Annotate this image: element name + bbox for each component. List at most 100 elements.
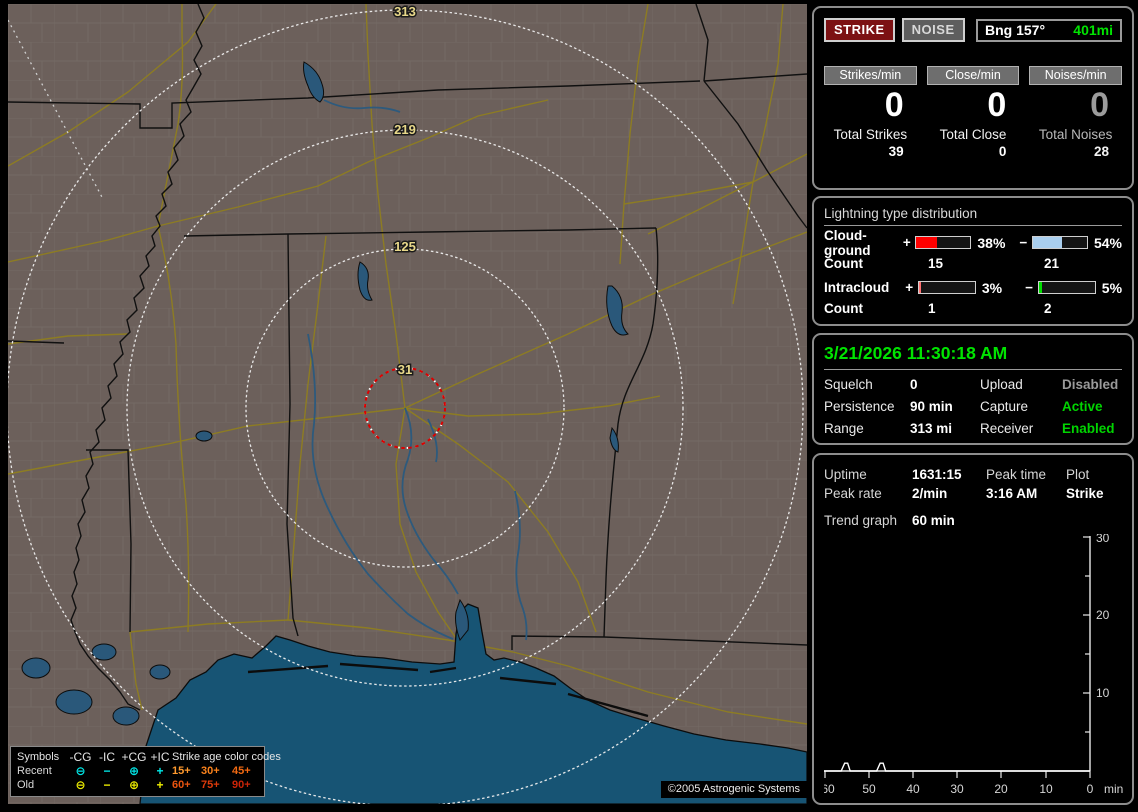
range-label: Range xyxy=(824,421,864,436)
total-strikes-label: Total Strikes xyxy=(833,127,908,142)
uptime-label: Uptime xyxy=(824,467,867,482)
cg-positive-bar-fill xyxy=(916,237,937,248)
noises-column: Noises/min 0 Total Noises 28 xyxy=(1029,66,1122,159)
trend-line-series xyxy=(824,762,1090,772)
persistence-label: Persistence xyxy=(824,399,895,414)
ic-positive-count: 1 xyxy=(928,301,936,316)
status-panel: 3/21/2026 11:30:18 AM Squelch 0 Upload D… xyxy=(812,333,1134,445)
x-tick-10: 10 xyxy=(1039,782,1053,796)
x-tick-30: 30 xyxy=(950,782,964,796)
stats-row: Trend graph 60 min xyxy=(824,513,1122,528)
pos-cg-recent-icon: ⊕ xyxy=(128,764,140,778)
plot-mode-value: Strike xyxy=(1066,486,1104,501)
legend-col-+cg: +CG xyxy=(121,750,147,764)
total-noises-label: Total Noises xyxy=(1038,127,1113,142)
squelch-value: 0 xyxy=(910,377,918,392)
count-label: Count xyxy=(824,301,863,316)
status-row: Persistence 90 min Capture Active xyxy=(824,399,1122,414)
bearing-distance: 401mi xyxy=(1073,21,1113,38)
legend-symbols-header: Symbols xyxy=(17,751,60,763)
cloud-ground-count-row: Count 15 21 xyxy=(824,256,1122,271)
distribution-title: Lightning type distribution xyxy=(824,206,1122,226)
trend-graph: 30 20 10 60 50 40 30 20 10 0 min xyxy=(821,531,1123,799)
bearing-readout: Bng 157° 401mi xyxy=(976,18,1122,42)
intracloud-count-row: Count 1 2 xyxy=(824,301,1122,316)
x-tick-50: 50 xyxy=(862,782,876,796)
ic-positive-pct: 3% xyxy=(981,279,1003,296)
ring-label-313: 313 xyxy=(394,4,416,19)
peak-rate-value: 2/min xyxy=(912,486,948,501)
stats-row: Uptime 1631:15 Peak time Plot xyxy=(824,467,1122,482)
total-close-value: 0 xyxy=(998,144,1007,159)
cg-negative-bar-fill xyxy=(1032,237,1062,248)
x-tick-0: 0 xyxy=(1087,782,1094,796)
capture-status: Active xyxy=(1062,399,1103,414)
ic-negative-bar xyxy=(1037,281,1096,294)
map-svg: 313 219 125 31 xyxy=(8,4,807,804)
cg-positive-pct: 38% xyxy=(977,234,1006,251)
x-axis-unit: min xyxy=(1104,782,1123,796)
range-value: 313 mi xyxy=(910,421,953,436)
cloud-ground-label: Cloud-ground xyxy=(824,227,871,258)
upload-status: Disabled xyxy=(1062,377,1119,392)
minus-sign: − xyxy=(1019,235,1028,250)
legend-age-header: Strike age color codes xyxy=(172,751,281,763)
legend-col--cg: -CG xyxy=(69,750,92,764)
counters-panel: STRIKE NOISE Bng 157° 401mi Strikes/min … xyxy=(812,6,1134,190)
close-per-min-header[interactable]: Close/min xyxy=(926,66,1020,85)
distribution-panel: Lightning type distribution Cloud-ground… xyxy=(812,196,1134,326)
cg-positive-count: 15 xyxy=(928,256,944,271)
y-tick-10: 10 xyxy=(1096,686,1110,700)
pos-ic-old-icon: + xyxy=(156,778,164,792)
strikes-per-min-value: 0 xyxy=(884,86,904,124)
ring-label-125: 125 xyxy=(394,239,416,254)
close-column: Close/min 0 Total Close 0 xyxy=(926,66,1020,159)
ic-positive-bar-fill xyxy=(918,282,921,293)
upload-label: Upload xyxy=(980,377,1023,392)
uptime-value: 1631:15 xyxy=(912,467,962,482)
intracloud-label: Intracloud xyxy=(824,280,890,295)
status-row: Squelch 0 Upload Disabled xyxy=(824,377,1122,392)
noises-per-min-header[interactable]: Noises/min xyxy=(1029,66,1122,85)
strike-toggle-button[interactable]: STRIKE xyxy=(824,18,895,42)
receiver-label: Receiver xyxy=(980,421,1034,436)
legend-row-old: Old ⊖ − ⊕ + 60+ 75+ 90+ xyxy=(17,778,259,792)
total-noises-value: 28 xyxy=(1093,144,1109,159)
cloud-ground-row: Cloud-ground + 38% − 54% xyxy=(824,228,1122,258)
neg-ic-recent-icon: − xyxy=(103,764,111,778)
trend-graph-label: Trend graph xyxy=(824,513,898,528)
neg-cg-old-icon: ⊖ xyxy=(75,778,86,792)
stats-panel: Uptime 1631:15 Peak time Plot Peak rate … xyxy=(812,453,1134,805)
plus-sign: + xyxy=(902,235,911,250)
peak-time-label: Peak time xyxy=(986,467,1047,482)
peak-time-value: 3:16 AM xyxy=(986,486,1038,501)
count-label: Count xyxy=(824,256,863,271)
total-close-label: Total Close xyxy=(939,127,1007,142)
ic-negative-pct: 5% xyxy=(1101,279,1123,296)
intracloud-row: Intracloud + 3% − 5% xyxy=(824,279,1122,296)
app-window: 313 219 125 31 Symbols -CG -IC +CG +IC S… xyxy=(0,0,1138,812)
strikes-column: Strikes/min 0 Total Strikes 39 xyxy=(824,66,917,159)
plot-label: Plot xyxy=(1066,467,1090,482)
legend-old-label: Old xyxy=(17,779,35,791)
pos-ic-recent-icon: + xyxy=(156,764,164,778)
noise-toggle-button[interactable]: NOISE xyxy=(901,18,965,42)
ring-label-31: 31 xyxy=(398,362,412,377)
ic-negative-bar-fill xyxy=(1038,282,1042,293)
noises-per-min-value: 0 xyxy=(1090,86,1109,124)
ic-positive-bar xyxy=(917,281,976,294)
cg-negative-count: 21 xyxy=(1044,256,1060,271)
age-75: 75+ xyxy=(201,779,220,791)
y-tick-20: 20 xyxy=(1096,608,1110,622)
strikes-per-min-header[interactable]: Strikes/min xyxy=(824,66,917,85)
neg-cg-recent-icon: ⊖ xyxy=(75,764,86,778)
legend-row-recent: Recent ⊖ − ⊕ + 15+ 30+ 45+ xyxy=(17,764,259,778)
pos-cg-old-icon: ⊕ xyxy=(128,778,140,792)
trend-window-value: 60 min xyxy=(912,513,955,528)
x-tick-40: 40 xyxy=(906,782,920,796)
legend-col--ic: -IC xyxy=(99,750,115,764)
cg-positive-bar xyxy=(915,236,972,249)
map-canvas[interactable]: 313 219 125 31 Symbols -CG -IC +CG +IC S… xyxy=(8,4,807,804)
ic-negative-count: 2 xyxy=(1044,301,1052,316)
age-15: 15+ xyxy=(172,765,191,777)
